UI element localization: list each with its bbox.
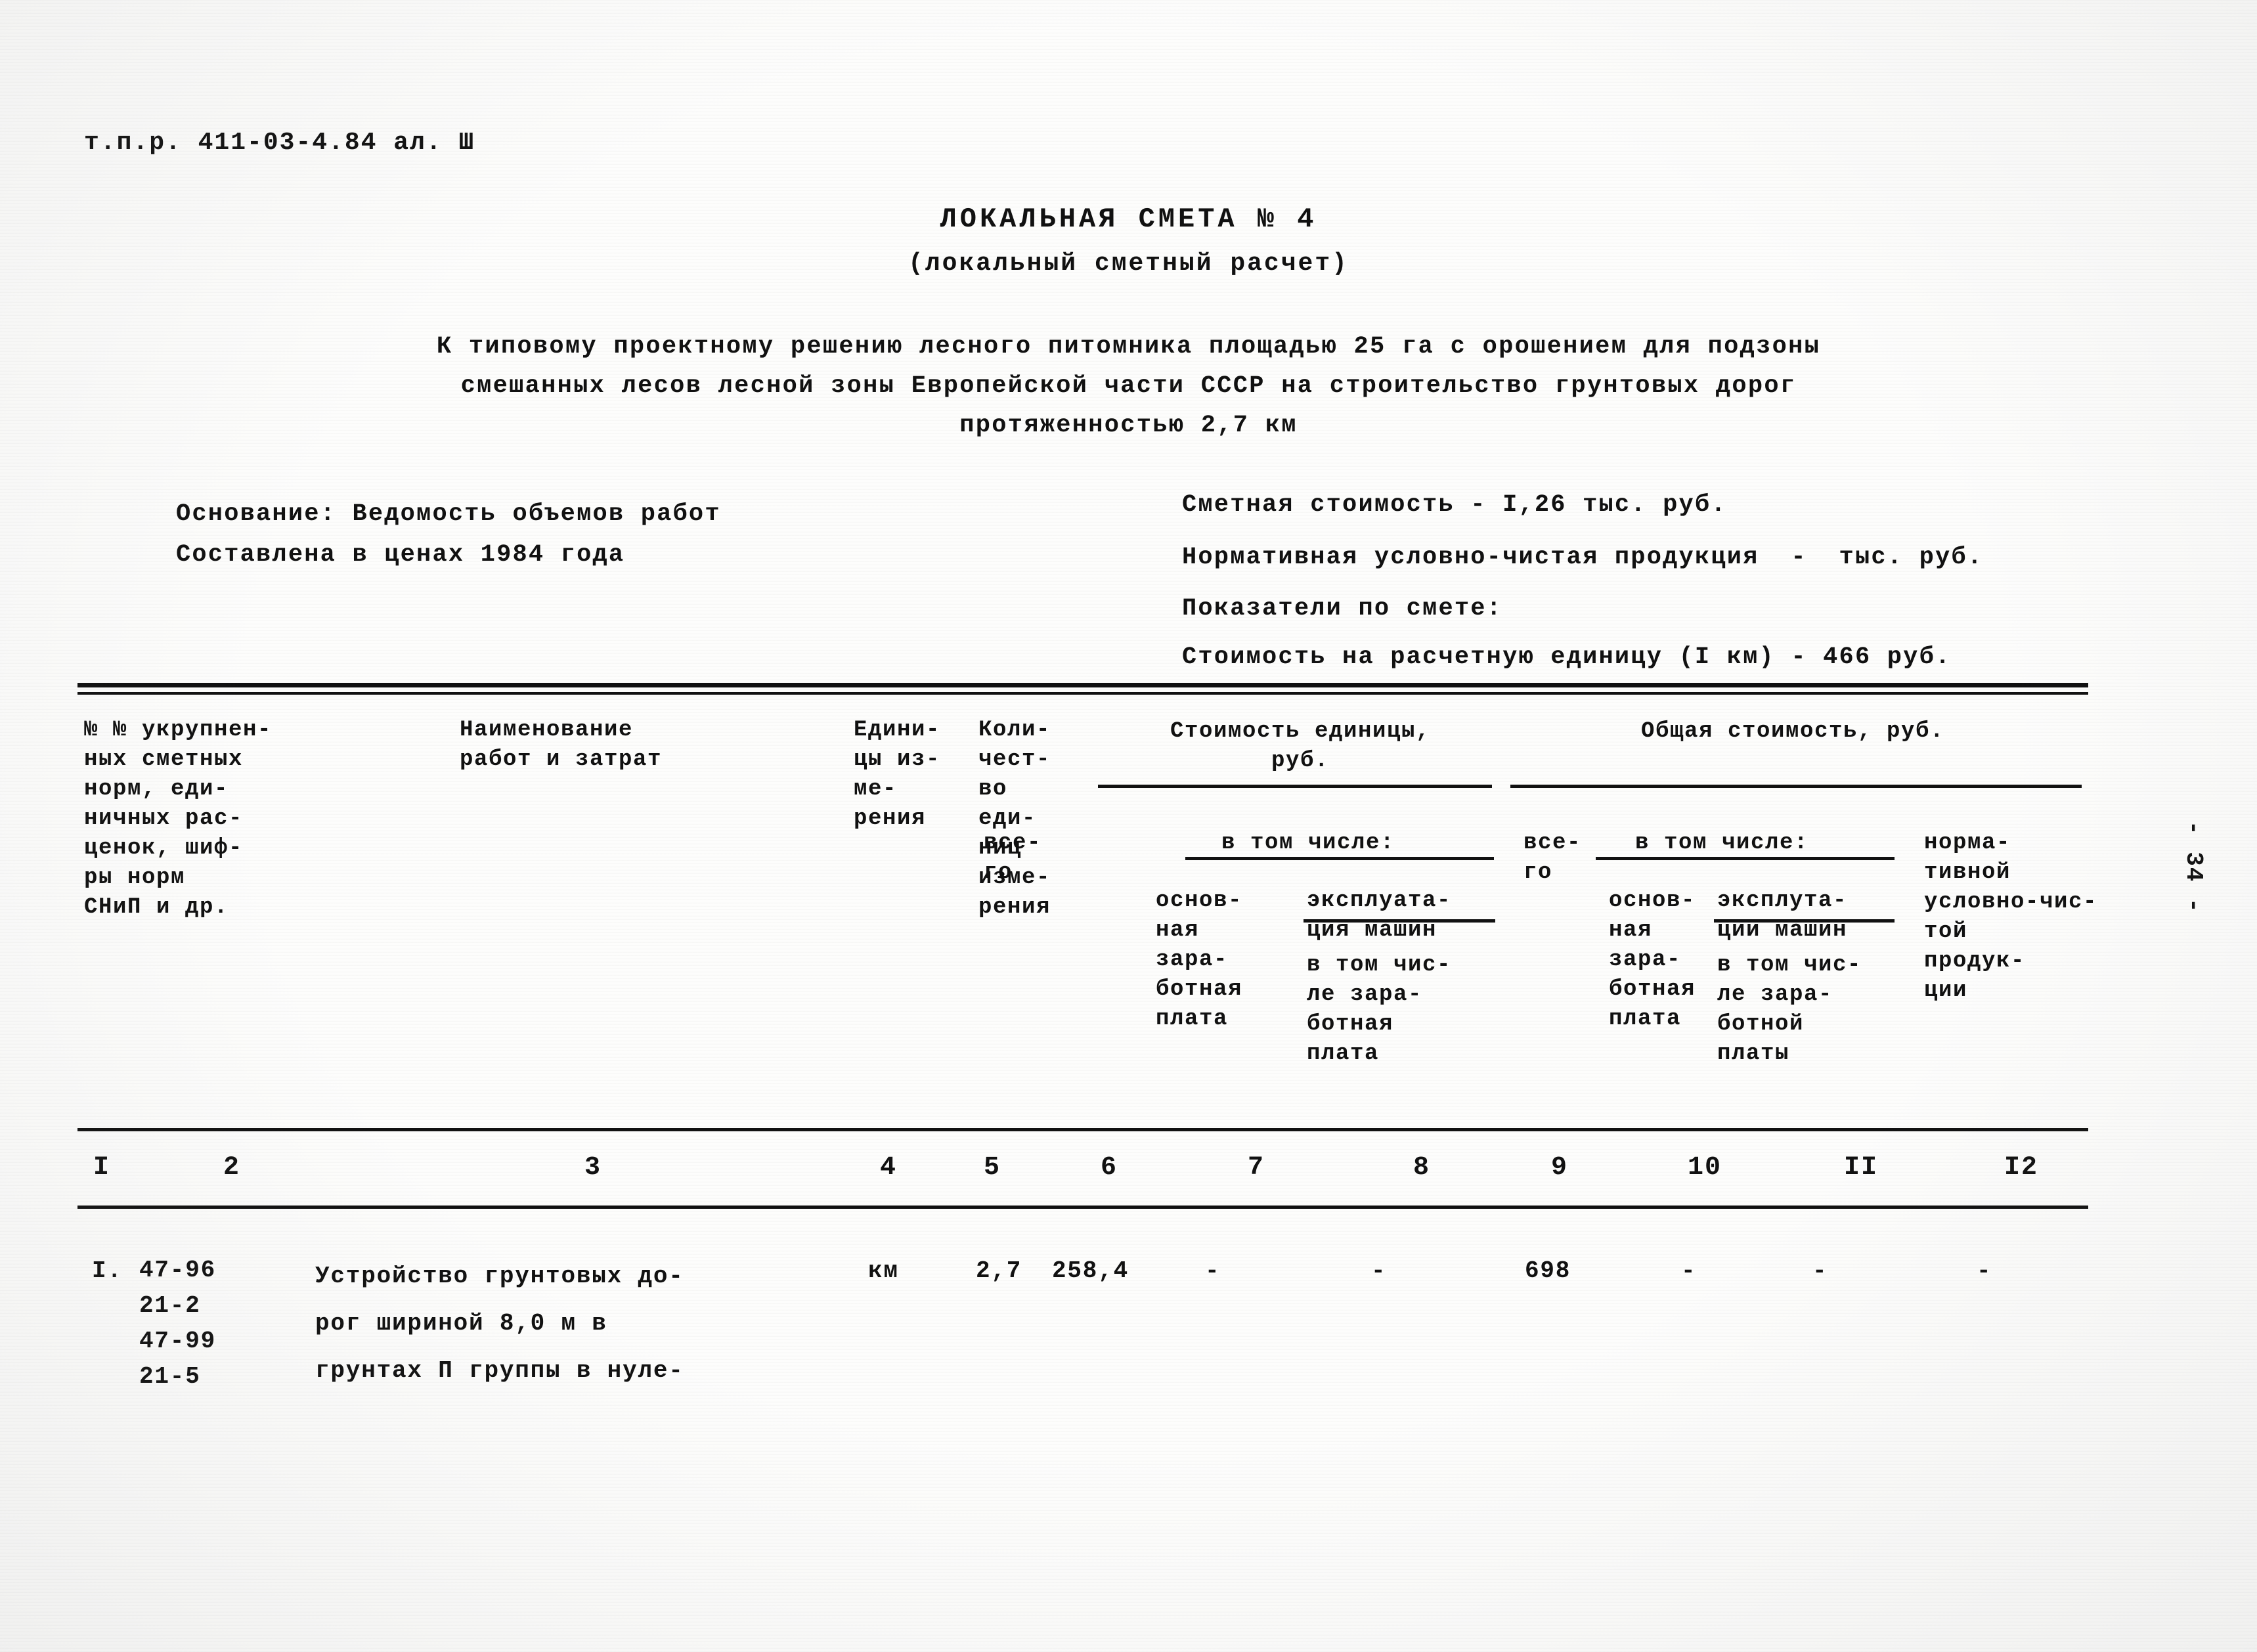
header-col-unit-machines: эксплуата- ция машин [1307, 888, 1452, 943]
header-col-nucp: норма- тивной условно-чис- той продук- ц… [1924, 831, 2098, 1003]
header-col-norm-numbers: № № укрупнен- ных сметных норм, еди- нич… [84, 718, 273, 920]
document-page: т.п.р. 411-03-4.84 ал. Ш ЛОКАЛЬНАЯ СМЕТА… [0, 0, 2257, 1652]
row-unit-basic-wage: - [1205, 1257, 1221, 1284]
table-top-rule [77, 683, 2088, 687]
table-column-numbers: I 2 3 4 5 6 7 8 9 10 II I2 [0, 1153, 2257, 1199]
table-colnum-bottom-rule [77, 1206, 2088, 1209]
row-total-all: 698 [1525, 1257, 1571, 1284]
header-col-work-name: Наименование работ и затрат [460, 718, 663, 772]
header-col-unit: Едини- цы из- ме- рения [854, 718, 941, 831]
unit-cost-group-underline [1098, 785, 1492, 788]
header-col-quantity: Коли- чест- во еди- ниц изме- рения [978, 718, 1051, 920]
page-title: ЛОКАЛЬНАЯ СМЕТА № 4 [940, 204, 1317, 235]
colnum-8: 8 [1413, 1153, 1431, 1183]
scan-grain-overlay [0, 0, 2257, 1652]
colnum-4: 4 [880, 1153, 898, 1183]
header-unit-in-which: в том числе: [1221, 831, 1395, 856]
header-col-total-all: все- го [1523, 831, 1582, 885]
colnum-2: 2 [223, 1153, 241, 1183]
row-unit-machines: - [1371, 1257, 1387, 1284]
header-col-unit-basic-wage: основ- ная зара- ботная плата [1156, 888, 1243, 1032]
row-unit: км [868, 1257, 899, 1284]
colnum-5: 5 [984, 1153, 1001, 1183]
basis-line-2: Составлена в ценах 1984 года [176, 541, 625, 569]
row-total-basic-wage: - [1681, 1257, 1697, 1284]
row-total-machines: - [1812, 1257, 1828, 1284]
total-cost-group-underline [1510, 785, 2082, 788]
intro-line-1: К типовому проектному решению лесного пи… [436, 333, 1821, 360]
table-top-rule-secondary [77, 692, 2088, 695]
table-header-bottom-rule [77, 1128, 2088, 1131]
intro-line-2: смешанных лесов лесной зоны Европейской … [460, 372, 1797, 400]
header-group-unit-cost: Стоимость единицы, руб. [1170, 719, 1431, 773]
basis-line-1: Основание: Ведомость объемов работ [176, 500, 721, 528]
header-col-unit-total: все- го [984, 831, 1042, 885]
summary-estimate-cost: Сметная стоимость - I,26 тыс. руб. [1182, 491, 1727, 519]
colnum-6: 6 [1101, 1153, 1118, 1183]
header-col-total-machines-wage: в том чис- ле зара- ботной платы [1717, 953, 1862, 1066]
row-number: I. [92, 1257, 123, 1284]
summary-nucp: Нормативная условно-чистая продукция - т… [1182, 544, 1984, 571]
summary-indicators-label: Показатели по смете: [1182, 595, 1503, 622]
colnum-1: I [93, 1153, 111, 1183]
page-number-marker: - 34 - [2180, 821, 2207, 914]
header-total-in-which: в том числе: [1635, 831, 1809, 856]
intro-line-3: протяженностью 2,7 км [959, 412, 1298, 439]
document-code: т.п.р. 411-03-4.84 ал. Ш [84, 129, 475, 157]
summary-cost-per-unit: Стоимость на расчетную единицу (I км) - … [1182, 643, 1952, 671]
row-description: Устройство грунтовых до- рог шириной 8,0… [315, 1263, 684, 1384]
colnum-7: 7 [1248, 1153, 1265, 1183]
scan-edge-shading [0, 0, 2257, 1652]
header-col-unit-machines-wage: в том чис- ле зара- ботная плата [1307, 953, 1452, 1066]
header-group-total-cost: Общая стоимость, руб. [1640, 719, 1945, 744]
colnum-11: II [1844, 1153, 1879, 1183]
page-subtitle: (локальный сметный расчет) [908, 250, 1349, 278]
colnum-10: 10 [1688, 1153, 1722, 1183]
colnum-9: 9 [1551, 1153, 1569, 1183]
row-total-nucp: - [1977, 1257, 1992, 1284]
row-quantity: 2,7 [976, 1257, 1022, 1284]
header-col-total-machines: эксплута- ции машин [1717, 888, 1848, 943]
row-unit-total: 258,4 [1052, 1257, 1129, 1284]
colnum-12: I2 [2004, 1153, 2039, 1183]
row-norm-codes: 47-96 21-2 47-99 21-5 [139, 1257, 217, 1390]
colnum-3: 3 [584, 1153, 602, 1183]
header-col-total-basic-wage: основ- ная зара- ботная плата [1609, 888, 1696, 1032]
